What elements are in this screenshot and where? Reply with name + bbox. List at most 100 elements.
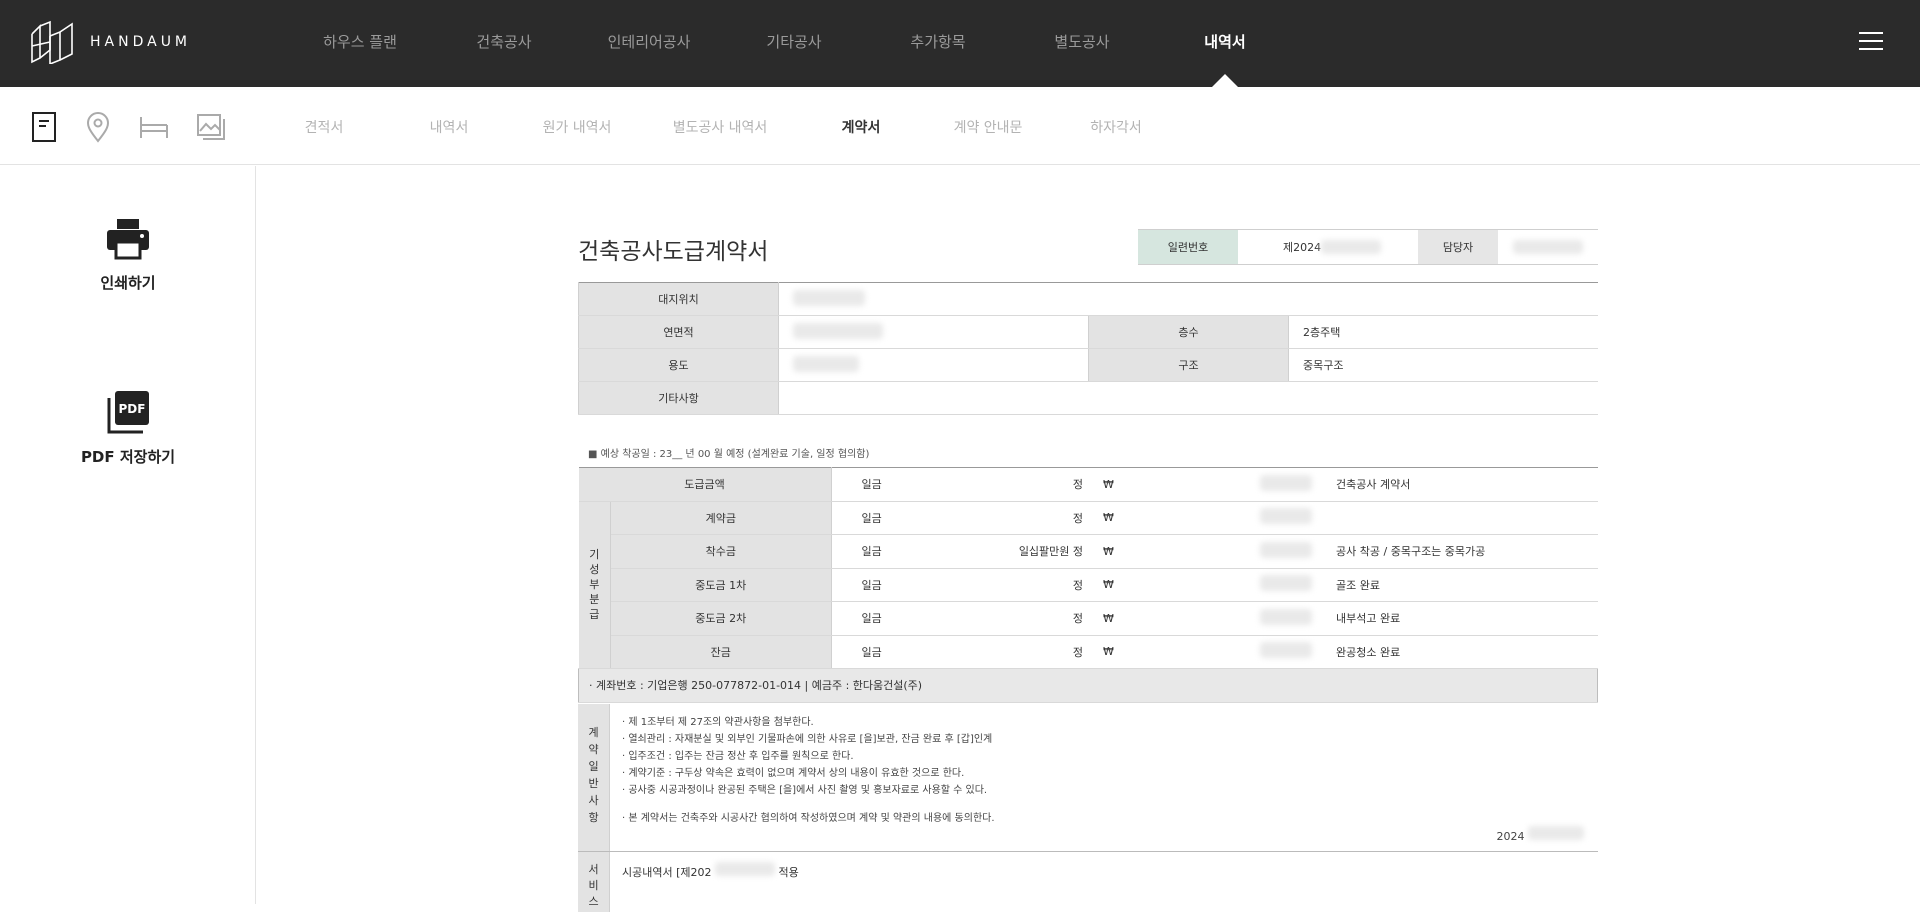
payment-row-label: 착수금 (610, 534, 832, 569)
top-navigation-bar: HANDAUM 하우스 플랜 건축공사 인테리어공사 기타공사 추가항목 별도공… (0, 0, 1920, 88)
sub-nav-contract[interactable]: 계약서 (842, 117, 881, 137)
pdf-icon-text: PDF (119, 402, 146, 416)
vertical-char: 분 (589, 593, 600, 607)
jeong-text: 일십팔만원 정 (981, 534, 1084, 569)
main-nav-interior[interactable]: 인테리어공사 (608, 31, 691, 52)
main-nav-additional-items[interactable]: 추가항목 (910, 31, 965, 52)
main-nav-house-plan[interactable]: 하우스 플랜 (323, 31, 397, 52)
project-info-table: 대지위치 연면적 층수 2층주택 용도 구조 중목구조 기타사항 (578, 282, 1598, 415)
jeong-text: 정 (981, 601, 1084, 636)
jeong-text: 정 (981, 568, 1084, 602)
expected-start-note: ■ 예상 착공일 : 23__ 년 00 월 예정 (설계완료 기술, 일정 협… (588, 449, 870, 460)
won-prefix: 일금 (831, 601, 982, 636)
document-icon[interactable] (28, 111, 60, 143)
serial-number-text: 제2024 (1283, 241, 1322, 254)
service-body: 시공내역서 [제202 적용 (610, 852, 811, 912)
site-location-value (778, 282, 1598, 316)
print-button[interactable]: 인쇄하기 (0, 218, 256, 293)
general-terms-section: 계 약 일 반 사 항 · 제 1조부터 제 27조의 약관사항을 첨부한다. … (578, 704, 1598, 852)
won-sign: ₩ (1083, 467, 1174, 502)
terms-line: · 본 계약서는 건축주와 시공사간 협의하여 작성하였으며 계약 및 약관의 … (622, 813, 995, 824)
payment-note: 공사 착공 / 중목구조는 중목가공 (1318, 534, 1598, 569)
image-icon[interactable] (195, 111, 227, 143)
site-location-label: 대지위치 (578, 282, 779, 316)
printer-icon (107, 219, 149, 260)
progress-payment-vertical-label: 기 성 부 분 급 (578, 501, 611, 669)
table-row: 연면적 층수 2층주택 (578, 315, 1598, 349)
etc-label: 기타사항 (578, 381, 779, 415)
vertical-char: 스 (588, 895, 599, 908)
main-nav-separate-work[interactable]: 별도공사 (1054, 31, 1109, 52)
amount-value (1173, 467, 1319, 502)
terms-line: · 제 1조부터 제 27조의 약관사항을 첨부한다. (622, 717, 814, 728)
payment-table: 도급금액 일금 정 ₩ 건축공사 계약서 기 성 부 분 급 계약금 일금 정 … (578, 467, 1598, 703)
redacted-value (793, 322, 883, 339)
redacted-value (1260, 575, 1313, 592)
vertical-char: 계 (588, 726, 599, 739)
sub-nav-statement[interactable]: 내역서 (430, 117, 469, 137)
amount-value (1173, 635, 1319, 669)
redacted-value (1260, 508, 1313, 525)
redacted-value (715, 862, 776, 876)
contract-date-text: 2024 (1496, 830, 1525, 843)
sub-nav-contract-guide[interactable]: 계약 안내문 (954, 117, 1023, 137)
table-row: 잔금 일금 정 ₩ 완공청소 완료 (579, 635, 1598, 669)
main-nav-construction[interactable]: 건축공사 (476, 31, 531, 52)
payment-note: 내부석고 완료 (1318, 601, 1598, 636)
vertical-char: 급 (589, 608, 600, 622)
sub-nav-estimate[interactable]: 견적서 (305, 117, 344, 137)
amount-value (1173, 601, 1319, 636)
sub-nav-cost-statement[interactable]: 원가 내역서 (543, 117, 612, 137)
terms-line: · 공사중 시공과정이나 완공된 주택은 [을]에서 사진 촬영 및 홍보자료로… (622, 785, 988, 796)
vertical-char: 사 (588, 794, 599, 807)
redacted-value (1513, 240, 1583, 254)
vertical-char: 기 (589, 548, 600, 562)
won-sign: ₩ (1083, 534, 1174, 569)
terms-line: · 입주조건 : 입주는 잔금 정산 후 입주를 원칙으로 한다. (622, 751, 854, 762)
bank-account-info: · 계좌번호 : 기업은행 250-077872-01-014 | 예금주 : … (578, 668, 1598, 703)
brand-logo[interactable]: HANDAUM (30, 20, 191, 64)
jeong-text: 정 (981, 467, 1084, 502)
service-vertical-label: 서 비 스 (578, 852, 610, 912)
won-sign: ₩ (1083, 601, 1174, 636)
payment-note (1318, 501, 1598, 535)
pdf-save-button[interactable]: PDF PDF 저장하기 (0, 390, 256, 467)
sub-navigation-bar: 견적서 내역서 원가 내역서 별도공사 내역서 계약서 계약 안내문 하자각서 (0, 87, 1920, 165)
floor-area-label: 연면적 (578, 315, 779, 349)
location-pin-icon[interactable] (82, 111, 114, 143)
payment-note: 골조 완료 (1318, 568, 1598, 602)
amount-value (1173, 534, 1319, 569)
service-text-suffix: 적용 (778, 866, 799, 879)
structure-value: 중목구조 (1288, 348, 1598, 382)
main-nav-other-work[interactable]: 기타공사 (766, 31, 821, 52)
etc-value (778, 381, 1598, 415)
amount-value (1173, 568, 1319, 602)
redacted-value (1260, 474, 1313, 491)
print-label: 인쇄하기 (100, 274, 156, 292)
bed-icon[interactable] (138, 111, 170, 143)
won-sign: ₩ (1083, 501, 1174, 535)
table-row: 중도금 2차 일금 정 ₩ 내부석고 완료 (579, 601, 1598, 636)
payment-row-label: 중도금 1차 (610, 568, 832, 602)
main-nav-statement[interactable]: 내역서 (1204, 31, 1245, 52)
won-prefix: 일금 (831, 501, 982, 535)
use-label: 용도 (578, 348, 779, 382)
payment-note: 완공청소 완료 (1318, 635, 1598, 669)
table-row: 기 성 부 분 급 계약금 일금 정 ₩ (578, 501, 1598, 669)
vertical-char: 성 (589, 563, 600, 577)
table-row: 도급금액 일금 정 ₩ 건축공사 계약서 (578, 467, 1598, 502)
floors-label: 층수 (1088, 315, 1289, 349)
won-sign: ₩ (1083, 635, 1174, 669)
use-value (778, 348, 1089, 382)
vertical-char: 항 (588, 811, 599, 824)
sub-nav-defect-pledge[interactable]: 하자각서 (1090, 117, 1142, 137)
floor-area-value (778, 315, 1089, 349)
amount-value (1173, 501, 1319, 535)
menu-icon[interactable] (1859, 32, 1883, 52)
vertical-char: 서 (588, 863, 599, 876)
sub-nav-separate-statement[interactable]: 별도공사 내역서 (673, 117, 768, 137)
won-prefix: 일금 (831, 467, 982, 502)
structure-label: 구조 (1088, 348, 1289, 382)
won-prefix: 일금 (831, 534, 982, 569)
active-nav-indicator (1211, 74, 1239, 88)
